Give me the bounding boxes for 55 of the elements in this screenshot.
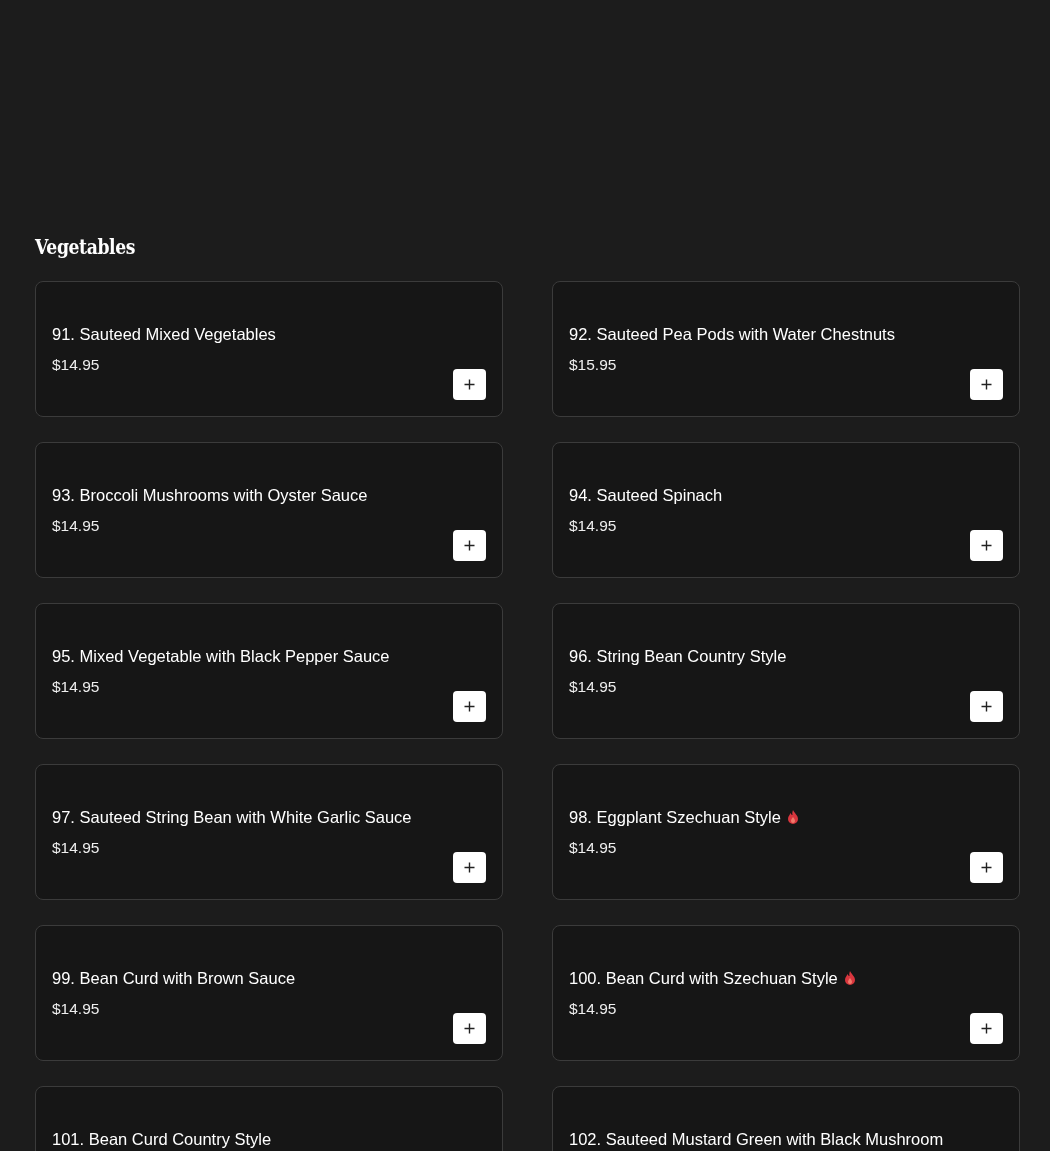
item-name: 94. Sauteed Spinach bbox=[569, 485, 723, 506]
item-name: 102. Sauteed Mustard Green with Black Mushroom bbox=[569, 1129, 944, 1150]
item-name: 92. Sauteed Pea Pods with Water Chestnuts bbox=[569, 324, 895, 345]
menu-item-card[interactable]: 98. Eggplant Szechuan Style $14.95 bbox=[552, 764, 1020, 900]
menu-item-card[interactable]: 92. Sauteed Pea Pods with Water Chestnuts $15.95 bbox=[552, 281, 1020, 417]
menu-item-card[interactable]: 96. String Bean Country Style $14.95 bbox=[552, 603, 1020, 739]
item-price: $14.95 bbox=[52, 678, 100, 696]
plus-icon bbox=[464, 379, 475, 390]
add-button[interactable] bbox=[970, 369, 1003, 400]
add-button[interactable] bbox=[453, 369, 486, 400]
item-price: $14.95 bbox=[569, 517, 617, 535]
item-name: 95. Mixed Vegetable with Black Pepper Sauce bbox=[52, 646, 390, 667]
add-button[interactable] bbox=[453, 691, 486, 722]
menu-item-card[interactable]: 91. Sauteed Mixed Vegetables $14.95 bbox=[35, 281, 503, 417]
menu-item-card[interactable]: 93. Broccoli Mushrooms with Oyster Sauce $14.95 bbox=[35, 442, 503, 578]
item-price: $14.95 bbox=[569, 678, 617, 696]
item-price: $14.95 bbox=[52, 839, 100, 857]
plus-icon bbox=[981, 862, 992, 873]
item-name: 96. String Bean Country Style bbox=[569, 646, 787, 667]
plus-icon bbox=[464, 1023, 475, 1034]
item-name: 101. Bean Curd Country Style bbox=[52, 1129, 272, 1150]
add-button[interactable] bbox=[970, 1013, 1003, 1044]
menu-item-card[interactable]: 97. Sauteed String Bean with White Garlic Sauce $14.95 bbox=[35, 764, 503, 900]
item-price: $14.95 bbox=[52, 517, 100, 535]
plus-icon bbox=[464, 540, 475, 551]
item-price: $14.95 bbox=[52, 356, 100, 374]
item-name: 91. Sauteed Mixed Vegetables bbox=[52, 324, 276, 345]
plus-icon bbox=[464, 701, 475, 712]
plus-icon bbox=[981, 379, 992, 390]
menu-item-card[interactable]: 95. Mixed Vegetable with Black Pepper Sauce $14.95 bbox=[35, 603, 503, 739]
add-button[interactable] bbox=[453, 852, 486, 883]
item-name: 93. Broccoli Mushrooms with Oyster Sauce bbox=[52, 485, 368, 506]
add-button[interactable] bbox=[453, 530, 486, 561]
plus-icon bbox=[981, 540, 992, 551]
menu-item-card[interactable]: 102. Sauteed Mustard Green with Black Mushroom bbox=[552, 1086, 1020, 1151]
item-name: 98. Eggplant Szechuan Style bbox=[569, 807, 781, 828]
item-price: $14.95 bbox=[569, 839, 617, 857]
item-price: $14.95 bbox=[52, 1000, 100, 1018]
menu-item-card[interactable]: 94. Sauteed Spinach $14.95 bbox=[552, 442, 1020, 578]
add-button[interactable] bbox=[970, 852, 1003, 883]
plus-icon bbox=[981, 701, 992, 712]
add-button[interactable] bbox=[970, 530, 1003, 561]
item-name: 100. Bean Curd with Szechuan Style bbox=[569, 968, 838, 989]
section-title: Vegetables bbox=[35, 234, 135, 259]
item-name: 97. Sauteed String Bean with White Garlic Sauce bbox=[52, 807, 412, 828]
add-button[interactable] bbox=[970, 691, 1003, 722]
item-price: $14.95 bbox=[569, 1000, 617, 1018]
item-price: $15.95 bbox=[569, 356, 617, 374]
menu-item-card[interactable]: 101. Bean Curd Country Style bbox=[35, 1086, 503, 1151]
item-name: 99. Bean Curd with Brown Sauce bbox=[52, 968, 296, 989]
add-button[interactable] bbox=[453, 1013, 486, 1044]
plus-icon bbox=[464, 862, 475, 873]
plus-icon bbox=[981, 1023, 992, 1034]
menu-item-card[interactable]: 99. Bean Curd with Brown Sauce $14.95 bbox=[35, 925, 503, 1061]
menu-item-card[interactable]: 100. Bean Curd with Szechuan Style $14.95 bbox=[552, 925, 1020, 1061]
